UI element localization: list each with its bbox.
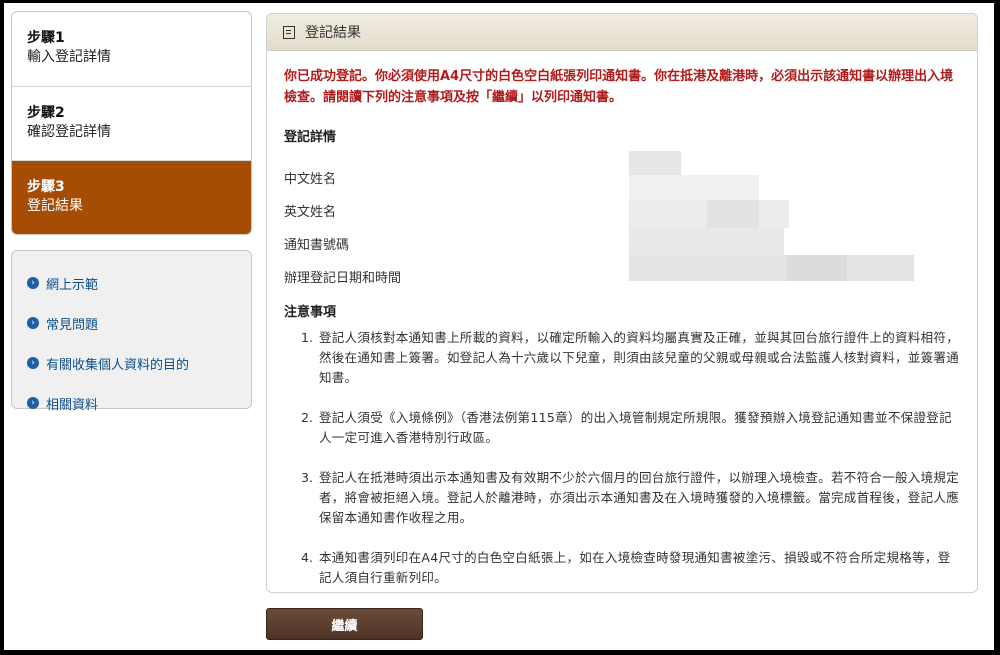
notes-list: 1. 登記人須核對本通知書上所載的資料，以確定所輸入的資料均屬真實及正確，並與其… — [284, 328, 959, 588]
field-chinese-name: 中文姓名 — [284, 172, 337, 187]
success-message: 你已成功登記。你必須使用A4尺寸的白色空白紙張列印通知書。你在抵港及離港時，必須… — [284, 69, 954, 105]
panel-header: 登記結果 — [267, 14, 977, 51]
step-indicator: 步驟1 輸入登記詳情 步驟2 確認登記詳情 步驟3 登記結果 — [11, 11, 252, 235]
step-3-title: 步驟3 — [27, 179, 65, 195]
arrow-right-icon: › — [27, 277, 39, 289]
note-number: 1. — [301, 330, 313, 345]
step-1: 步驟1 輸入登記詳情 — [12, 12, 251, 87]
field-registration-datetime: 辦理登記日期和時間 — [284, 271, 402, 286]
sidebar-links: › 網上示範 › 常見問題 › 有關收集個人資料的目的 › 相關資料 — [11, 250, 252, 413]
step-1-title: 步驟1 — [27, 30, 65, 46]
step-3-active: 步驟3 登記結果 — [12, 161, 251, 234]
link-faq[interactable]: › 常見問題 — [12, 303, 251, 343]
step-3-label: 登記結果 — [27, 198, 83, 214]
continue-button[interactable]: 繼續 — [266, 608, 423, 640]
result-panel: 登記結果 你已成功登記。你必須使用A4尺寸的白色空白紙張列印通知書。你在抵港及離… — [266, 13, 978, 593]
list-item: 4. 本通知書須列印在A4尺寸的白色空白紙張上，如在入境檢查時發現通知書被塗污、… — [284, 548, 959, 588]
notes-title: 注意事項 — [284, 305, 337, 320]
list-item: 1. 登記人須核對本通知書上所載的資料，以確定所輸入的資料均屬真實及正確，並與其… — [284, 328, 959, 388]
step-2-label: 確認登記詳情 — [27, 123, 111, 140]
field-english-name: 英文姓名 — [284, 205, 337, 220]
note-text: 登記人須核對本通知書上所載的資料，以確定所輸入的資料均屬真實及正確，並與其回台旅… — [319, 330, 960, 385]
step-2-title: 步驟2 — [27, 104, 65, 121]
note-number: 3. — [301, 470, 313, 485]
link-online-demo-label: 網上示範 — [46, 277, 99, 293]
list-item: 3. 登記人在抵港時須出示本通知書及有效期不少於六個月的回台旅行證件，以辦理入境… — [284, 468, 959, 528]
page: 步驟1 輸入登記詳情 步驟2 確認登記詳情 步驟3 登記結果 › 網上示範 › … — [4, 3, 994, 650]
notes-section: 注意事項 1. 登記人須核對本通知書上所載的資料，以確定所輸入的資料均屬真實及正… — [284, 301, 959, 588]
document-icon — [283, 25, 295, 39]
list-item: 2. 登記人須受《入境條例》（香港法例第115章）的出入境管制規定所規限。獲發預… — [284, 408, 959, 448]
arrow-right-icon: › — [27, 397, 39, 409]
details-title: 登記詳情 — [284, 130, 337, 145]
link-privacy-purpose[interactable]: › 有關收集個人資料的目的 — [12, 343, 251, 383]
arrow-right-icon: › — [27, 357, 39, 369]
registration-details: 中文姓名 英文姓名 通知書號碼 辦理登記日期和時間 — [267, 151, 977, 293]
note-number: 4. — [301, 550, 313, 565]
note-text: 登記人須受《入境條例》（香港法例第115章）的出入境管制規定所規限。獲發預辦入境… — [319, 410, 952, 445]
link-privacy-purpose-label: 有關收集個人資料的目的 — [46, 357, 190, 373]
link-related-info-label: 相關資料 — [46, 397, 99, 413]
step-2: 步驟2 確認登記詳情 — [12, 87, 251, 161]
link-online-demo[interactable]: › 網上示範 — [12, 263, 251, 303]
field-notice-number: 通知書號碼 — [284, 238, 350, 253]
link-related-info[interactable]: › 相關資料 — [12, 383, 251, 423]
panel-title: 登記結果 — [305, 25, 361, 41]
note-text: 本通知書須列印在A4尺寸的白色空白紙張上，如在入境檢查時發現通知書被塗污、損毀或… — [319, 550, 951, 585]
note-text: 登記人在抵港時須出示本通知書及有效期不少於六個月的回台旅行證件，以辦理入境檢查。… — [319, 470, 960, 525]
note-number: 2. — [301, 410, 313, 425]
link-faq-label: 常見問題 — [46, 317, 99, 333]
step-1-label: 輸入登記詳情 — [27, 49, 111, 65]
arrow-right-icon: › — [27, 317, 39, 329]
